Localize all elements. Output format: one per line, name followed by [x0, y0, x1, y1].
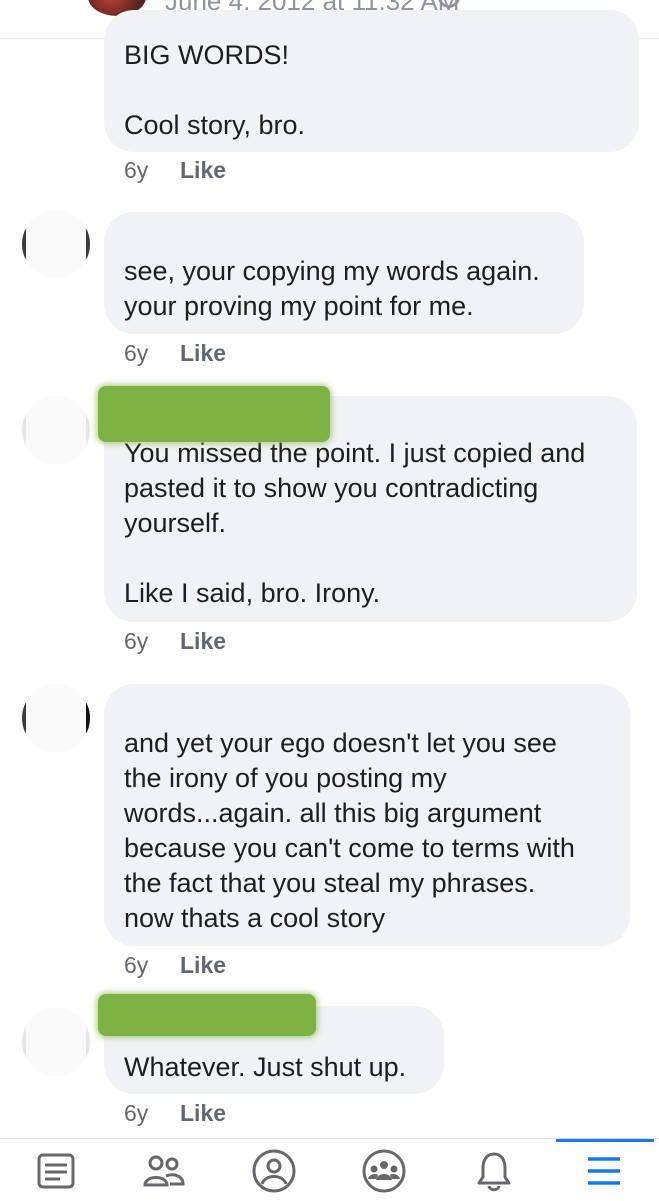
- comment-meta: 6y Like: [124, 157, 226, 184]
- comment-text: BIG WORDS! Cool story, bro.: [124, 40, 306, 140]
- avatar[interactable]: [22, 1008, 90, 1076]
- comment-text: You missed the point. I just copied and …: [124, 438, 586, 608]
- avatar[interactable]: [22, 210, 90, 278]
- comment-meta: 6y Like: [124, 952, 226, 979]
- like-button[interactable]: Like: [180, 628, 226, 655]
- friends-icon[interactable]: [134, 1145, 194, 1197]
- comment-author[interactable]: [124, 694, 304, 724]
- groups-icon[interactable]: [354, 1145, 414, 1197]
- comment-meta: 6y Like: [124, 628, 226, 655]
- comment-bubble[interactable]: see, your copying my words again. your p…: [104, 212, 584, 334]
- menu-icon[interactable]: [574, 1145, 634, 1197]
- profile-icon[interactable]: [244, 1145, 304, 1197]
- comment-meta: 6y Like: [124, 340, 226, 367]
- like-button[interactable]: Like: [180, 952, 226, 979]
- like-button[interactable]: Like: [180, 340, 226, 367]
- comment-age[interactable]: 6y: [124, 952, 148, 978]
- comment-bubble[interactable]: and yet your ego doesn't let you see the…: [104, 684, 630, 946]
- like-button[interactable]: Like: [180, 157, 226, 184]
- like-button[interactable]: Like: [180, 1100, 226, 1127]
- comment-bubble[interactable]: BIG WORDS! Cool story, bro.: [104, 10, 639, 152]
- comment-text: Whatever. Just shut up.: [124, 1052, 407, 1082]
- comment-age[interactable]: 6y: [124, 157, 148, 183]
- comment-meta: 6y Like: [124, 1100, 226, 1127]
- comment-author[interactable]: [124, 222, 304, 252]
- active-tab-indicator: [556, 1139, 654, 1142]
- redaction-mark: [98, 386, 330, 442]
- comment-text: and yet your ego doesn't let you see the…: [124, 728, 575, 933]
- redaction-mark: [98, 994, 316, 1036]
- comment-age[interactable]: 6y: [124, 1100, 148, 1126]
- notifications-icon[interactable]: [464, 1145, 524, 1197]
- avatar[interactable]: [22, 396, 90, 464]
- avatar[interactable]: [22, 684, 90, 752]
- bottom-nav: [0, 1138, 659, 1201]
- comment-text: see, your copying my words again. your p…: [124, 256, 540, 321]
- news-feed-icon[interactable]: [26, 1145, 86, 1197]
- comment-age[interactable]: 6y: [124, 628, 148, 654]
- comment-age[interactable]: 6y: [124, 340, 148, 366]
